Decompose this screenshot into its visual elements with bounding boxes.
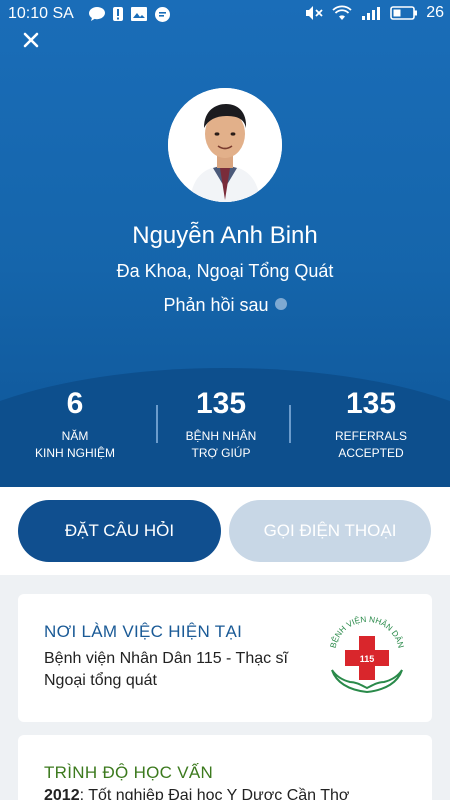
- workplace-card: NƠI LÀM VIỆC HIỆN TẠI Bệnh viện Nhân Dân…: [18, 594, 432, 722]
- mute-icon: [306, 6, 323, 20]
- status-time: 10:10 SA: [8, 5, 74, 22]
- stat-experience: 6 NĂM KINH NGHIỆM: [0, 388, 150, 462]
- stat-divider: [289, 405, 291, 443]
- stat-label-line: TRỢ GIÚP: [191, 446, 251, 460]
- stat-value: 135: [195, 387, 247, 420]
- action-bar: ĐẶT CÂU HỎI GỌI ĐIỆN THOẠI: [0, 487, 450, 575]
- message-icon: [155, 7, 170, 22]
- stat-label-line: REFERRALS: [334, 429, 408, 443]
- response-time: Phản hồi sau: [0, 295, 450, 316]
- stat-patients: 135 BỆNH NHÂN TRỢ GIÚP: [146, 388, 296, 462]
- education-entry: 2012: Tốt nghiệp Đại học Y Dược Cần Thơ: [44, 787, 349, 800]
- call-button[interactable]: GỌI ĐIỆN THOẠI: [229, 500, 431, 562]
- stat-label: BỆNH NHÂN TRỢ GIÚP: [146, 428, 296, 462]
- stat-label-line: NĂM: [61, 429, 89, 443]
- education-title: TRÌNH ĐỘ HỌC VẤN: [44, 763, 214, 782]
- stat-label-line: ACCEPTED: [338, 446, 404, 460]
- education-year: 2012: [44, 787, 80, 800]
- doctor-name: Nguyễn Anh Binh: [132, 222, 318, 249]
- signal-icon: [362, 7, 381, 20]
- close-button[interactable]: [20, 30, 42, 52]
- battery-icon: [390, 6, 418, 20]
- stat-value: 6: [66, 387, 84, 420]
- doctor-avatar: [168, 88, 282, 202]
- wifi-icon: [332, 5, 352, 20]
- hospital-logo: BỆNH VIỆN NHÂN DÂN 115: [329, 615, 405, 694]
- stat-label: REFERRALS ACCEPTED: [296, 428, 446, 462]
- doctor-photo: [168, 88, 282, 202]
- stat-referrals: 135 REFERRALS ACCEPTED: [296, 388, 446, 462]
- response-label: Phản hồi sau: [163, 295, 269, 315]
- response-status-dot: [274, 298, 287, 310]
- workplace-title: NƠI LÀM VIỆC HIỆN TẠI: [44, 622, 243, 641]
- education-text: : Tốt nghiệp Đại học Y Dược Cần Thơ: [79, 787, 350, 800]
- alert-icon: [113, 7, 123, 21]
- workplace-text: Bệnh viện Nhân Dân 115 - Thạc sĩ Ngoại t…: [44, 650, 288, 689]
- status-bar: 10:10 SA 26: [0, 0, 450, 28]
- stat-label-line: BỆNH NHÂN: [185, 429, 257, 443]
- battery-level: 26: [426, 4, 444, 21]
- image-icon: [131, 7, 147, 21]
- close-icon: [23, 32, 39, 48]
- stat-label-line: KINH NGHIỆM: [34, 446, 115, 460]
- stat-label: NĂM KINH NGHIỆM: [0, 428, 150, 462]
- hospital-logo-number: 115: [360, 654, 375, 664]
- chat-bubble-icon: [89, 7, 105, 21]
- doctor-specialty: Đa Khoa, Ngoại Tổng Quát: [116, 261, 334, 281]
- stat-value: 135: [345, 387, 397, 420]
- education-card: TRÌNH ĐỘ HỌC VẤN 2012: Tốt nghiệp Đại họ…: [18, 735, 432, 800]
- ask-question-button[interactable]: ĐẶT CÂU HỎI: [18, 500, 221, 562]
